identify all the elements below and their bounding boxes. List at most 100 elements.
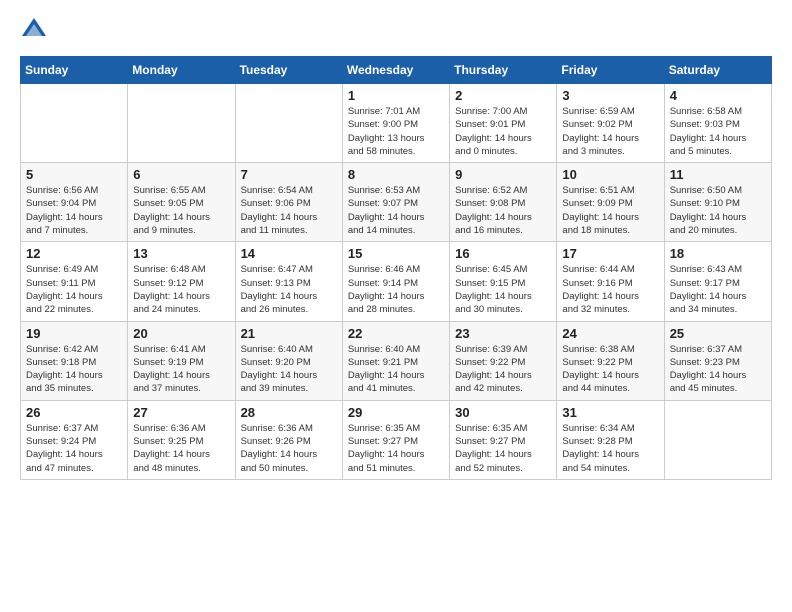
day-info: Sunrise: 7:00 AM Sunset: 9:01 PM Dayligh… bbox=[455, 105, 551, 158]
calendar-cell bbox=[235, 84, 342, 163]
day-info: Sunrise: 6:35 AM Sunset: 9:27 PM Dayligh… bbox=[455, 422, 551, 475]
day-info: Sunrise: 6:58 AM Sunset: 9:03 PM Dayligh… bbox=[670, 105, 766, 158]
day-info: Sunrise: 6:49 AM Sunset: 9:11 PM Dayligh… bbox=[26, 263, 122, 316]
weekday-header-monday: Monday bbox=[128, 57, 235, 84]
day-info: Sunrise: 6:56 AM Sunset: 9:04 PM Dayligh… bbox=[26, 184, 122, 237]
calendar-cell: 7Sunrise: 6:54 AM Sunset: 9:06 PM Daylig… bbox=[235, 163, 342, 242]
weekday-header-thursday: Thursday bbox=[450, 57, 557, 84]
calendar-week-2: 12 Sunrise: 6:49 AM Sunset: 9:11 PM Dayli… bbox=[21, 242, 772, 321]
calendar-cell: 4 Sunrise: 6:58 AM Sunset: 9:03 PM Daylig… bbox=[664, 84, 771, 163]
calendar-cell: 13 Sunrise: 6:48 AM Sunset: 9:12 PM Dayli… bbox=[128, 242, 235, 321]
day-number: 4 bbox=[670, 88, 766, 103]
day-number: 25 bbox=[670, 326, 766, 341]
day-info: Sunrise: 6:37 AM Sunset: 9:23 PM Dayligh… bbox=[670, 343, 766, 396]
day-number: 30 bbox=[455, 405, 551, 420]
day-number: 24 bbox=[562, 326, 658, 341]
day-info: Sunrise: 6:40 AM Sunset: 9:20 PM Dayligh… bbox=[241, 343, 337, 396]
day-number: 2 bbox=[455, 88, 551, 103]
day-number: 29 bbox=[348, 405, 444, 420]
day-info: Sunrise: 6:50 AM Sunset: 9:10 PM Dayligh… bbox=[670, 184, 766, 237]
calendar-cell: 20Sunrise: 6:41 AM Sunset: 9:19 PM Dayli… bbox=[128, 321, 235, 400]
weekday-header-wednesday: Wednesday bbox=[342, 57, 449, 84]
weekday-header-saturday: Saturday bbox=[664, 57, 771, 84]
day-number: 13 bbox=[133, 246, 229, 261]
day-number: 14 bbox=[241, 246, 337, 261]
calendar-cell: 26Sunrise: 6:37 AM Sunset: 9:24 PM Dayli… bbox=[21, 400, 128, 479]
calendar-cell: 31 Sunrise: 6:34 AM Sunset: 9:28 PM Dayli… bbox=[557, 400, 664, 479]
calendar-cell: 9 Sunrise: 6:52 AM Sunset: 9:08 PM Daylig… bbox=[450, 163, 557, 242]
logo-icon bbox=[20, 16, 48, 44]
calendar-cell: 8 Sunrise: 6:53 AM Sunset: 9:07 PM Daylig… bbox=[342, 163, 449, 242]
calendar-cell: 15 Sunrise: 6:46 AM Sunset: 9:14 PM Dayli… bbox=[342, 242, 449, 321]
day-number: 12 bbox=[26, 246, 122, 261]
calendar-week-4: 26Sunrise: 6:37 AM Sunset: 9:24 PM Dayli… bbox=[21, 400, 772, 479]
day-number: 31 bbox=[562, 405, 658, 420]
calendar-cell: 22Sunrise: 6:40 AM Sunset: 9:21 PM Dayli… bbox=[342, 321, 449, 400]
calendar-cell: 1Sunrise: 7:01 AM Sunset: 9:00 PM Daylig… bbox=[342, 84, 449, 163]
calendar-cell: 28 Sunrise: 6:36 AM Sunset: 9:26 PM Dayli… bbox=[235, 400, 342, 479]
day-number: 5 bbox=[26, 167, 122, 182]
calendar-cell bbox=[128, 84, 235, 163]
day-info: Sunrise: 6:45 AM Sunset: 9:15 PM Dayligh… bbox=[455, 263, 551, 316]
day-number: 28 bbox=[241, 405, 337, 420]
day-number: 15 bbox=[348, 246, 444, 261]
calendar-week-0: 1Sunrise: 7:01 AM Sunset: 9:00 PM Daylig… bbox=[21, 84, 772, 163]
day-info: Sunrise: 6:46 AM Sunset: 9:14 PM Dayligh… bbox=[348, 263, 444, 316]
calendar-cell bbox=[664, 400, 771, 479]
day-info: Sunrise: 6:44 AM Sunset: 9:16 PM Dayligh… bbox=[562, 263, 658, 316]
day-info: Sunrise: 6:47 AM Sunset: 9:13 PM Dayligh… bbox=[241, 263, 337, 316]
day-number: 27 bbox=[133, 405, 229, 420]
day-number: 23 bbox=[455, 326, 551, 341]
page: SundayMondayTuesdayWednesdayThursdayFrid… bbox=[0, 0, 792, 496]
day-number: 19 bbox=[26, 326, 122, 341]
day-number: 22 bbox=[348, 326, 444, 341]
day-info: Sunrise: 6:55 AM Sunset: 9:05 PM Dayligh… bbox=[133, 184, 229, 237]
day-number: 11 bbox=[670, 167, 766, 182]
calendar-cell: 30 Sunrise: 6:35 AM Sunset: 9:27 PM Dayli… bbox=[450, 400, 557, 479]
calendar-cell: 24 Sunrise: 6:38 AM Sunset: 9:22 PM Dayli… bbox=[557, 321, 664, 400]
day-number: 8 bbox=[348, 167, 444, 182]
day-info: Sunrise: 6:59 AM Sunset: 9:02 PM Dayligh… bbox=[562, 105, 658, 158]
calendar-cell bbox=[21, 84, 128, 163]
calendar-cell: 12 Sunrise: 6:49 AM Sunset: 9:11 PM Dayli… bbox=[21, 242, 128, 321]
day-number: 17 bbox=[562, 246, 658, 261]
day-number: 16 bbox=[455, 246, 551, 261]
calendar-cell: 6 Sunrise: 6:55 AM Sunset: 9:05 PM Daylig… bbox=[128, 163, 235, 242]
day-info: Sunrise: 6:43 AM Sunset: 9:17 PM Dayligh… bbox=[670, 263, 766, 316]
calendar-cell: 21 Sunrise: 6:40 AM Sunset: 9:20 PM Dayli… bbox=[235, 321, 342, 400]
day-number: 21 bbox=[241, 326, 337, 341]
day-number: 6 bbox=[133, 167, 229, 182]
calendar-cell: 5 Sunrise: 6:56 AM Sunset: 9:04 PM Daylig… bbox=[21, 163, 128, 242]
day-number: 26 bbox=[26, 405, 122, 420]
calendar-table: SundayMondayTuesdayWednesdayThursdayFrid… bbox=[20, 56, 772, 480]
calendar-week-3: 19 Sunrise: 6:42 AM Sunset: 9:18 PM Dayli… bbox=[21, 321, 772, 400]
day-info: Sunrise: 6:38 AM Sunset: 9:22 PM Dayligh… bbox=[562, 343, 658, 396]
calendar-cell: 11 Sunrise: 6:50 AM Sunset: 9:10 PM Dayli… bbox=[664, 163, 771, 242]
calendar-cell: 2 Sunrise: 7:00 AM Sunset: 9:01 PM Daylig… bbox=[450, 84, 557, 163]
day-info: Sunrise: 6:34 AM Sunset: 9:28 PM Dayligh… bbox=[562, 422, 658, 475]
weekday-header-tuesday: Tuesday bbox=[235, 57, 342, 84]
calendar-cell: 17 Sunrise: 6:44 AM Sunset: 9:16 PM Dayli… bbox=[557, 242, 664, 321]
day-info: Sunrise: 6:48 AM Sunset: 9:12 PM Dayligh… bbox=[133, 263, 229, 316]
day-info: Sunrise: 6:42 AM Sunset: 9:18 PM Dayligh… bbox=[26, 343, 122, 396]
calendar-cell: 10Sunrise: 6:51 AM Sunset: 9:09 PM Dayli… bbox=[557, 163, 664, 242]
day-info: Sunrise: 6:36 AM Sunset: 9:25 PM Dayligh… bbox=[133, 422, 229, 475]
day-info: Sunrise: 6:52 AM Sunset: 9:08 PM Dayligh… bbox=[455, 184, 551, 237]
weekday-header-sunday: Sunday bbox=[21, 57, 128, 84]
calendar-cell: 27 Sunrise: 6:36 AM Sunset: 9:25 PM Dayli… bbox=[128, 400, 235, 479]
day-number: 3 bbox=[562, 88, 658, 103]
day-number: 9 bbox=[455, 167, 551, 182]
calendar-week-1: 5 Sunrise: 6:56 AM Sunset: 9:04 PM Daylig… bbox=[21, 163, 772, 242]
header bbox=[20, 16, 772, 44]
calendar-cell: 29Sunrise: 6:35 AM Sunset: 9:27 PM Dayli… bbox=[342, 400, 449, 479]
calendar-cell: 3 Sunrise: 6:59 AM Sunset: 9:02 PM Daylig… bbox=[557, 84, 664, 163]
calendar-cell: 18Sunrise: 6:43 AM Sunset: 9:17 PM Dayli… bbox=[664, 242, 771, 321]
calendar-cell: 23 Sunrise: 6:39 AM Sunset: 9:22 PM Dayli… bbox=[450, 321, 557, 400]
day-info: Sunrise: 6:39 AM Sunset: 9:22 PM Dayligh… bbox=[455, 343, 551, 396]
day-info: Sunrise: 7:01 AM Sunset: 9:00 PM Dayligh… bbox=[348, 105, 444, 158]
calendar-cell: 25 Sunrise: 6:37 AM Sunset: 9:23 PM Dayli… bbox=[664, 321, 771, 400]
calendar-cell: 19 Sunrise: 6:42 AM Sunset: 9:18 PM Dayli… bbox=[21, 321, 128, 400]
day-info: Sunrise: 6:51 AM Sunset: 9:09 PM Dayligh… bbox=[562, 184, 658, 237]
day-info: Sunrise: 6:53 AM Sunset: 9:07 PM Dayligh… bbox=[348, 184, 444, 237]
day-info: Sunrise: 6:36 AM Sunset: 9:26 PM Dayligh… bbox=[241, 422, 337, 475]
